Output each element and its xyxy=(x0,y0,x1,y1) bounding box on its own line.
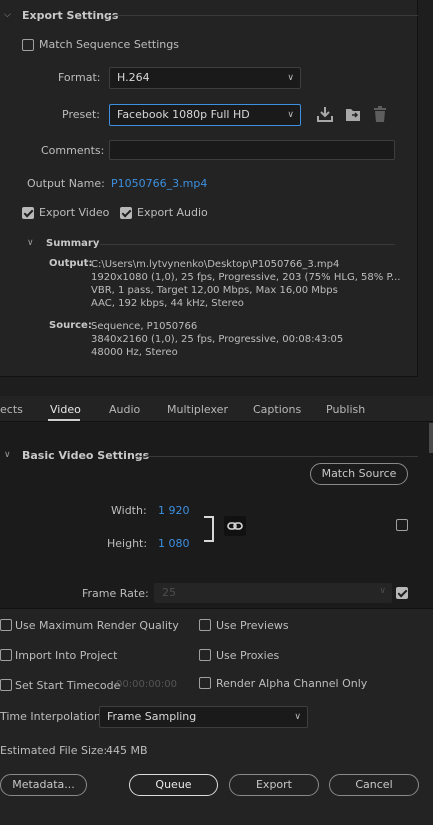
link-icon xyxy=(227,522,243,530)
chevron-down-icon: ∨ xyxy=(379,586,386,596)
summary-source-block: Sequence, P1050766 3840x2160 (1,0), 25 f… xyxy=(91,320,343,359)
preset-label: Preset: xyxy=(62,108,101,121)
frame-rate-override-checkbox[interactable] xyxy=(396,587,408,599)
cancel-button[interactable]: Cancel xyxy=(329,774,419,796)
frame-rate-dropdown[interactable]: 25 ∨ xyxy=(154,583,392,603)
output-name-link[interactable]: P1050766_3.mp4 xyxy=(111,177,207,190)
save-preset-icon[interactable] xyxy=(316,105,334,123)
frame-rate-value: 25 xyxy=(162,586,176,599)
max-render-quality-checkbox[interactable] xyxy=(0,619,12,631)
time-interpolation-label: Time Interpolation: xyxy=(0,710,105,723)
height-label: Height: xyxy=(107,537,148,550)
format-value: H.264 xyxy=(117,71,150,84)
width-label: Width: xyxy=(111,504,147,517)
format-label: Format: xyxy=(58,71,101,84)
use-proxies-label: Use Proxies xyxy=(216,649,280,662)
match-sequence-checkbox[interactable] xyxy=(22,39,34,51)
collapse-chevron-icon[interactable]: ∨ xyxy=(4,450,11,460)
summary-collapse-chevron-icon[interactable]: ∨ xyxy=(27,238,34,248)
estimated-size-value: 445 MB xyxy=(106,744,148,757)
constrain-proportions-button[interactable] xyxy=(224,516,246,536)
comments-label: Comments: xyxy=(41,144,105,157)
summary-output-block: C:\Users\m.lytvynenko\Desktop\P1050766_3… xyxy=(91,258,400,310)
frame-rate-label: Frame Rate: xyxy=(82,587,149,600)
match-sequence-label: Match Sequence Settings xyxy=(39,38,179,51)
time-interpolation-value: Frame Sampling xyxy=(107,710,197,723)
chevron-down-icon: ∨ xyxy=(287,73,294,83)
use-proxies-checkbox[interactable] xyxy=(199,649,211,661)
export-video-label: Export Video xyxy=(39,206,110,219)
import-into-project-checkbox[interactable] xyxy=(0,649,12,661)
export-audio-checkbox[interactable] xyxy=(120,207,132,219)
summary-divider xyxy=(100,244,395,245)
summary-source-line: 3840x2160 (1,0), 25 fps, Progressive, 00… xyxy=(91,334,344,345)
basic-video-settings-title[interactable]: Basic Video Settings xyxy=(22,449,149,462)
import-preset-icon[interactable] xyxy=(344,105,362,123)
chevron-down-icon: ∨ xyxy=(294,712,301,722)
comments-field[interactable] xyxy=(109,140,395,160)
preset-value: Facebook 1080p Full HD xyxy=(117,108,250,121)
summary-source-line: Sequence, P1050766 xyxy=(91,321,198,332)
summary-output-label: Output: xyxy=(49,258,93,269)
preset-dropdown[interactable]: Facebook 1080p Full HD ∨ xyxy=(109,104,301,126)
resize-checkbox[interactable] xyxy=(396,519,408,531)
tab-audio[interactable]: Audio xyxy=(109,403,140,416)
collapse-chevron-icon[interactable]: ⌵ xyxy=(4,10,11,20)
dimension-link-bracket xyxy=(204,516,214,542)
set-start-timecode-checkbox[interactable] xyxy=(0,679,12,691)
estimated-size-label: Estimated File Size: xyxy=(0,744,108,757)
tab-effects[interactable]: ects xyxy=(0,403,23,416)
match-source-button[interactable]: Match Source xyxy=(310,463,408,485)
format-dropdown[interactable]: H.264 ∨ xyxy=(109,67,301,89)
summary-title[interactable]: Summary xyxy=(46,238,99,249)
summary-output-line: C:\Users\m.lytvynenko\Desktop\P1050766_3… xyxy=(91,259,340,270)
summary-output-line: VBR, 1 pass, Target 12,00 Mbps, Max 16,0… xyxy=(91,285,338,296)
summary-output-line: 1920x1080 (1,0), 25 fps, Progressive, 20… xyxy=(91,272,401,283)
width-value[interactable]: 1 920 xyxy=(158,504,190,517)
output-name-label: Output Name: xyxy=(27,177,105,190)
export-audio-label: Export Audio xyxy=(137,206,208,219)
use-previews-label: Use Previews xyxy=(216,619,289,632)
chevron-down-icon: ∨ xyxy=(287,110,294,120)
tab-multiplexer[interactable]: Multiplexer xyxy=(167,403,228,416)
start-timecode-value: 00:00:00:00 xyxy=(116,679,178,690)
time-interpolation-dropdown[interactable]: Frame Sampling ∨ xyxy=(99,706,308,728)
set-start-timecode-label: Set Start Timecode xyxy=(15,679,121,692)
export-button[interactable]: Export xyxy=(229,774,319,796)
summary-source-label: Source: xyxy=(49,320,92,331)
export-settings-title[interactable]: Export Settings xyxy=(22,9,118,22)
use-previews-checkbox[interactable] xyxy=(199,619,211,631)
max-render-quality-label: Use Maximum Render Quality xyxy=(15,619,179,632)
section-divider xyxy=(108,15,418,16)
import-into-project-label: Import Into Project xyxy=(15,649,118,662)
section-divider xyxy=(134,456,418,457)
summary-output-line: AAC, 192 kbps, 44 kHz, Stereo xyxy=(91,298,244,309)
queue-button[interactable]: Queue xyxy=(129,774,218,796)
tab-captions[interactable]: Captions xyxy=(253,403,301,416)
active-tab-indicator xyxy=(48,419,80,421)
render-alpha-checkbox[interactable] xyxy=(199,677,211,689)
delete-preset-icon[interactable] xyxy=(372,105,388,123)
tab-video[interactable]: Video xyxy=(50,403,81,416)
summary-source-line: 48000 Hz, Stereo xyxy=(91,347,178,358)
metadata-button[interactable]: Metadata... xyxy=(0,774,87,796)
height-value[interactable]: 1 080 xyxy=(158,537,190,550)
tab-publish[interactable]: Publish xyxy=(326,403,365,416)
export-video-checkbox[interactable] xyxy=(22,207,34,219)
scrollbar-thumb[interactable] xyxy=(429,423,433,453)
render-alpha-label: Render Alpha Channel Only xyxy=(216,677,368,690)
